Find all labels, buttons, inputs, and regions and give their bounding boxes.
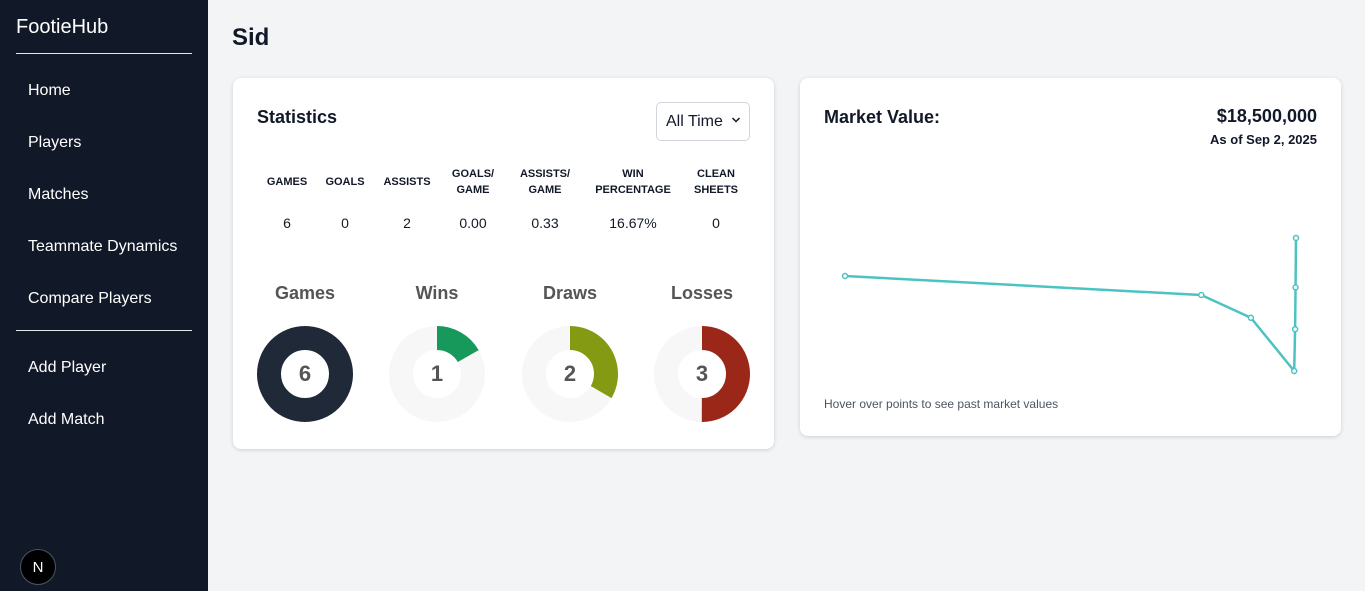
market-value-point[interactable]: [1291, 325, 1299, 333]
stat-header-line: GAME: [528, 184, 562, 196]
stat-header: ASSISTS/GAME: [520, 166, 570, 198]
stat-header: CLEAN SHEETS: [694, 166, 738, 198]
stat-header-line: SHEETS: [693, 184, 739, 196]
stat-header-line: GOALS/: [451, 168, 495, 180]
donut-value-draws: 2: [563, 361, 577, 386]
stat-header-line: ASSISTS: [383, 176, 431, 188]
donut-value-wins: 1: [430, 361, 444, 386]
market-value-point[interactable]: [1247, 314, 1255, 322]
stat-header: WIN PERCENTAGE: [595, 166, 671, 198]
donut-label-draws: Draws: [542, 283, 598, 303]
nextjs-badge-icon[interactable]: N: [20, 549, 56, 585]
market-value-line: [844, 237, 1298, 373]
sidebar-divider: [16, 330, 192, 331]
stat-value: 0: [341, 215, 349, 231]
donut-value-games: 6: [298, 361, 312, 386]
donut-label-wins: Wins: [415, 283, 459, 303]
sidebar: FootieHub Home Players Matches Teammate …: [0, 0, 208, 591]
time-filter-value: All Time: [666, 112, 723, 130]
stat-value: 2: [403, 215, 411, 231]
market-value-point[interactable]: [1198, 291, 1205, 299]
stat-value: 0.00: [459, 215, 487, 231]
market-value-chart: [841, 234, 1300, 375]
nav-matches[interactable]: Matches: [28, 186, 88, 204]
chevron-down-icon: [731, 117, 741, 123]
brand-logo[interactable]: FootieHub: [16, 16, 108, 39]
market-value-point[interactable]: [1290, 367, 1298, 375]
page-title: Sid: [232, 24, 270, 51]
stat-header: GOALS: [325, 174, 364, 190]
stat-header-line: GAME: [456, 184, 490, 196]
stat-value: 6: [283, 215, 291, 231]
stat-value: 0.33: [531, 215, 559, 231]
statistics-card: Statistics All Time GAMES 6 GOALS 0 ASSISTS 2…: [233, 78, 774, 449]
donut-value-losses: 3: [695, 361, 709, 386]
nav-compare-players[interactable]: Compare Players: [28, 290, 152, 308]
stat-header-line: WIN: [622, 168, 644, 180]
stat-header: ASSISTS: [383, 174, 430, 190]
time-filter-select[interactable]: All Time: [656, 102, 750, 141]
stat-header-line: GOALS: [325, 176, 365, 188]
market-value-hint: Hover over points to see past market val…: [824, 397, 1059, 411]
stat-header-line: ASSISTS/: [519, 168, 571, 180]
stat-header-line: GAMES: [266, 176, 308, 188]
stat-header-line: PERCENTAGE: [595, 184, 671, 196]
donut-label-losses: Losses: [670, 283, 734, 303]
nav-add-match[interactable]: Add Match: [28, 411, 104, 429]
nav-teammate-dynamics[interactable]: Teammate Dynamics: [28, 238, 177, 256]
donut-label-games: Games: [274, 283, 336, 303]
market-value-point[interactable]: [1292, 234, 1300, 242]
nav-home[interactable]: Home: [28, 82, 71, 100]
stat-header-line: CLEAN: [697, 168, 735, 180]
nav-add-player[interactable]: Add Player: [28, 359, 106, 377]
market-value-point[interactable]: [1292, 284, 1299, 291]
stat-header: GOALS/GAME: [452, 166, 494, 198]
market-value-point[interactable]: [841, 272, 849, 280]
sidebar-divider: [16, 53, 192, 54]
stat-value: 16.67%: [609, 215, 657, 231]
market-value-card: Market Value: $18,500,000 As of Sep 2, 2…: [800, 78, 1341, 436]
statistics-title: Statistics: [257, 107, 338, 127]
nav-players[interactable]: Players: [28, 134, 81, 152]
stat-value: 0: [712, 215, 720, 231]
stat-header: GAMES: [267, 174, 307, 190]
